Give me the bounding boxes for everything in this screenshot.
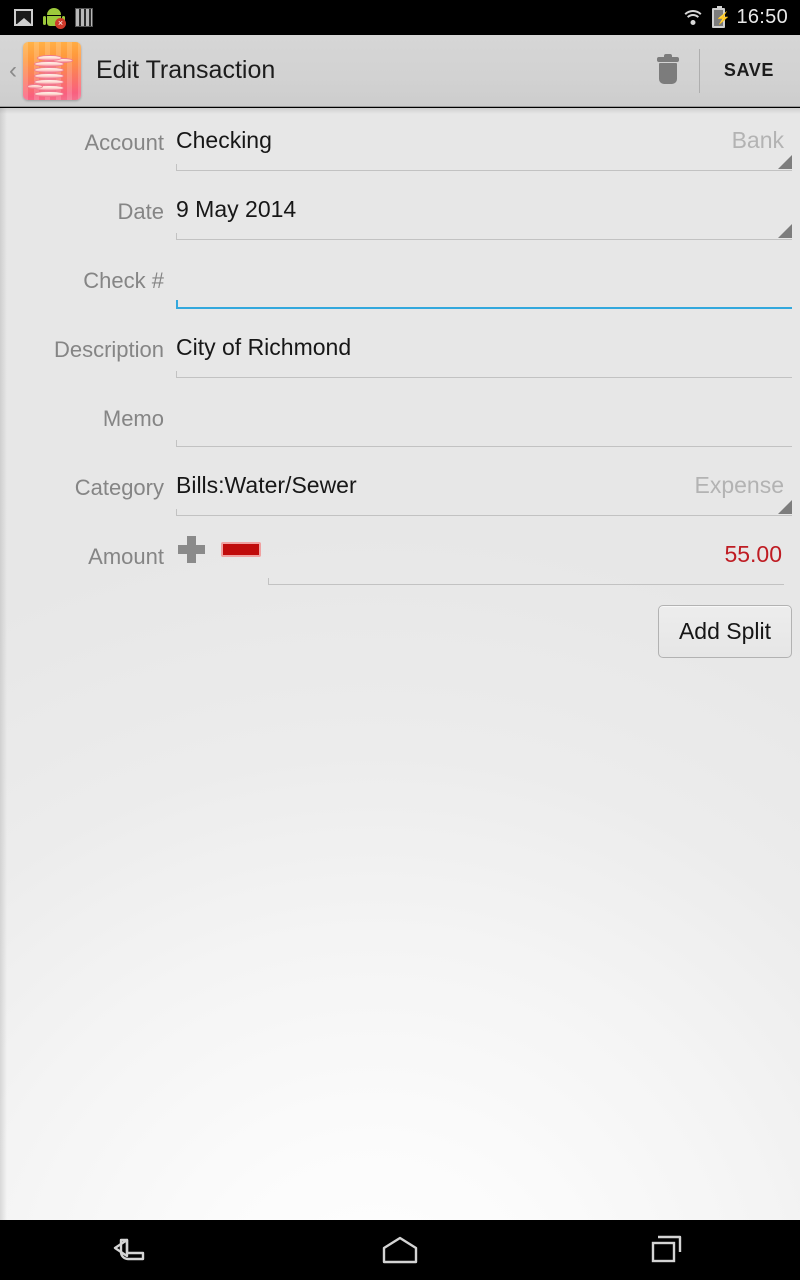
label-category: Category	[74, 475, 164, 500]
description-input[interactable]: City of Richmond	[176, 315, 792, 384]
label-memo: Memo	[102, 406, 164, 431]
charging-bolt-icon: ⚡	[715, 10, 731, 25]
status-bar: × ⚡ 16:50	[0, 0, 800, 35]
spinner-triangle-icon	[778, 224, 792, 238]
amount-field: 55.00	[176, 522, 792, 591]
status-bar-system-icons: ⚡ 16:50	[681, 5, 788, 29]
account-spinner[interactable]: Checking Bank	[176, 108, 792, 177]
category-value: Bills:Water/Sewer	[176, 472, 357, 498]
nav-recents-button[interactable]	[533, 1220, 800, 1280]
page-title: Edit Transaction	[96, 56, 276, 84]
description-value: City of Richmond	[176, 334, 352, 360]
form-rows: Account Checking Bank Date 9 May 2014 Ch…	[0, 108, 800, 658]
memo-input[interactable]	[176, 384, 792, 453]
category-spinner[interactable]: Bills:Water/Sewer Expense	[176, 453, 792, 522]
form-row-account: Account Checking Bank	[0, 108, 800, 177]
spinner-triangle-icon	[778, 155, 792, 169]
label-account: Account	[84, 130, 165, 155]
spinner-triangle-icon	[778, 500, 792, 514]
amount-sign-minus-icon[interactable]	[221, 542, 261, 557]
account-value: Checking	[176, 127, 272, 153]
form-row-memo: Memo	[0, 384, 800, 453]
account-type-hint: Bank	[731, 127, 784, 153]
save-button[interactable]: SAVE	[700, 35, 800, 106]
error-badge: ×	[55, 18, 66, 29]
label-date: Date	[117, 199, 164, 224]
memo-underline	[176, 440, 792, 447]
amount-value: 55.00	[724, 541, 782, 567]
category-underline	[176, 509, 792, 516]
action-bar: ‹ Edit Transaction SAVE	[0, 35, 800, 107]
account-underline	[176, 164, 792, 171]
photo-icon	[14, 9, 33, 26]
barcode-icon	[75, 8, 93, 27]
nav-back-icon	[111, 1233, 155, 1267]
form-row-category: Category Bills:Water/Sewer Expense	[0, 453, 800, 522]
category-type-hint: Expense	[694, 472, 784, 498]
nav-home-button[interactable]	[267, 1220, 534, 1280]
form-row-date: Date 9 May 2014	[0, 177, 800, 246]
form-row-check-number: Check #	[0, 246, 800, 315]
status-bar-notification-icons: ×	[14, 7, 93, 29]
system-navigation-bar	[0, 1220, 800, 1280]
nav-recents-icon	[649, 1234, 685, 1266]
description-underline	[176, 371, 792, 378]
delete-transaction-button[interactable]	[637, 35, 699, 106]
label-check-number: Check #	[83, 268, 164, 293]
date-value: 9 May 2014	[176, 196, 297, 222]
battery-charging-icon: ⚡	[712, 5, 731, 28]
nav-back-button[interactable]	[0, 1220, 267, 1280]
add-split-button[interactable]: Add Split	[657, 605, 792, 658]
android-device-screen: × ⚡ 16:50 ‹ Edit Transaction SAVE Accoun…	[0, 0, 800, 1280]
up-navigation-chevron-icon[interactable]: ‹	[3, 58, 23, 83]
check-number-underline-focused	[176, 300, 792, 309]
edit-transaction-form: Account Checking Bank Date 9 May 2014 Ch…	[0, 108, 800, 1220]
wifi-icon	[681, 9, 706, 26]
android-error-icon: ×	[43, 7, 66, 29]
amount-input[interactable]: 55.00	[268, 522, 784, 591]
action-bar-actions: SAVE	[637, 35, 800, 106]
amount-underline	[268, 578, 784, 585]
label-amount: Amount	[88, 544, 164, 569]
add-split-container: Add Split	[0, 591, 800, 658]
status-bar-clock: 16:50	[736, 6, 788, 28]
trash-icon	[656, 53, 679, 85]
form-row-amount: Amount 55.00	[0, 522, 800, 591]
label-description: Description	[53, 337, 164, 362]
amount-sign-toggle	[178, 536, 261, 563]
form-row-description: Description City of Richmond	[0, 315, 800, 384]
date-underline	[176, 233, 792, 240]
amount-sign-plus-icon[interactable]	[178, 536, 205, 563]
coin-stack-app-icon[interactable]	[23, 41, 81, 100]
check-number-input[interactable]	[176, 246, 792, 315]
date-spinner[interactable]: 9 May 2014	[176, 177, 792, 246]
nav-home-icon	[379, 1235, 421, 1265]
